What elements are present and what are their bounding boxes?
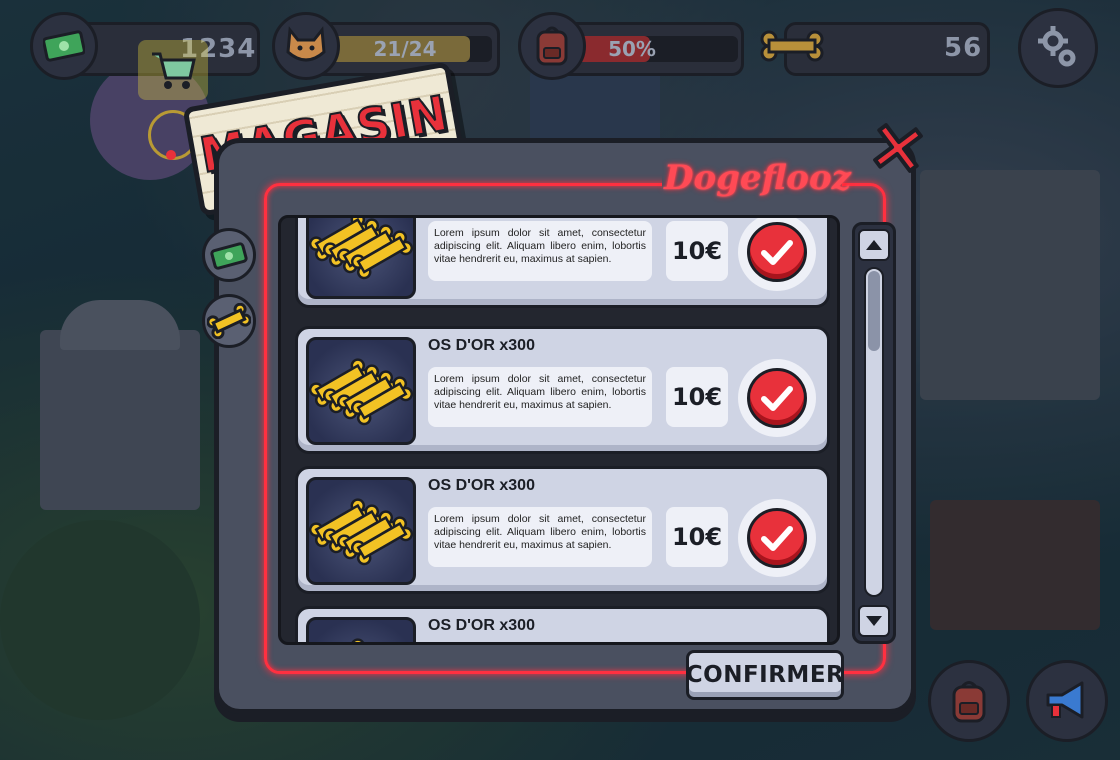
list-item: Lorem ipsum dolor sit amet, consectetur … xyxy=(295,218,830,308)
list-scrollbar[interactable] xyxy=(852,222,896,644)
bone-icon xyxy=(207,303,251,339)
backpack-icon xyxy=(518,12,586,80)
item-name: OS D'OR x300 xyxy=(428,477,535,494)
scroll-up-button[interactable] xyxy=(858,229,890,261)
megaphone-button[interactable] xyxy=(1026,660,1108,742)
settings-button[interactable] xyxy=(1018,8,1098,88)
golden-bones-image xyxy=(306,337,416,445)
golden-bones-icon xyxy=(308,218,414,280)
golden-bones-icon xyxy=(308,498,414,566)
item-list[interactable]: Lorem ipsum dolor sit amet, consectetur … xyxy=(278,215,840,645)
cash-stack-icon xyxy=(210,242,248,270)
item-name: OS D'OR x300 xyxy=(428,337,535,354)
confirm-button[interactable]: CONFIRMER xyxy=(686,650,844,700)
select-item-button[interactable] xyxy=(738,218,816,291)
scroll-track[interactable] xyxy=(864,267,884,597)
list-item: OS D'OR x300 Lorem ipsum dolor sit amet,… xyxy=(295,466,830,594)
golden-bones-image xyxy=(306,218,416,299)
checkmark-icon xyxy=(761,386,793,411)
item-description: Lorem ipsum dolor sit amet, consectetur … xyxy=(428,507,652,567)
arrow-down-icon xyxy=(866,616,882,626)
brand-neon-title: Dogeflooz xyxy=(664,158,851,198)
checkmark-icon xyxy=(761,240,793,265)
item-description: Lorem ipsum dolor sit amet, consectetur … xyxy=(428,367,652,427)
backpack-icon xyxy=(952,681,986,723)
tab-bones[interactable] xyxy=(202,294,256,348)
scroll-down-button[interactable] xyxy=(858,605,890,637)
golden-bones-image xyxy=(306,617,416,642)
golden-bones-icon xyxy=(308,358,414,426)
bone-icon xyxy=(758,12,826,80)
backpack-button[interactable] xyxy=(928,660,1010,742)
bones-value: 56 xyxy=(944,33,983,63)
tab-cash[interactable] xyxy=(202,228,256,282)
close-x-icon xyxy=(873,123,923,173)
megaphone-icon xyxy=(1046,681,1084,719)
dog-face-icon xyxy=(272,12,340,80)
cash-icon xyxy=(30,12,98,80)
pin-dot xyxy=(166,150,176,160)
golden-bones-icon xyxy=(350,638,366,642)
item-price: 10€ xyxy=(666,221,728,281)
select-item-button[interactable] xyxy=(738,499,816,577)
select-item-button[interactable] xyxy=(738,359,816,437)
item-name: OS D'OR x300 xyxy=(428,617,535,634)
dogs-value: 21/24 xyxy=(373,37,437,61)
shop-cart-icon xyxy=(138,40,208,100)
gear-icon xyxy=(1038,26,1076,67)
arrow-up-icon xyxy=(866,240,882,250)
list-item: OS D'OR x300 Lorem ipsum dolor sit amet,… xyxy=(295,326,830,454)
close-button[interactable] xyxy=(862,112,934,184)
item-description: Lorem ipsum dolor sit amet, consectetur … xyxy=(428,221,652,281)
item-price: 10€ xyxy=(666,507,728,567)
checkmark-icon xyxy=(761,526,793,551)
golden-bones-image xyxy=(306,477,416,585)
scroll-thumb[interactable] xyxy=(868,271,880,351)
item-price: 10€ xyxy=(666,367,728,427)
list-item: OS D'OR x300 xyxy=(295,606,830,642)
